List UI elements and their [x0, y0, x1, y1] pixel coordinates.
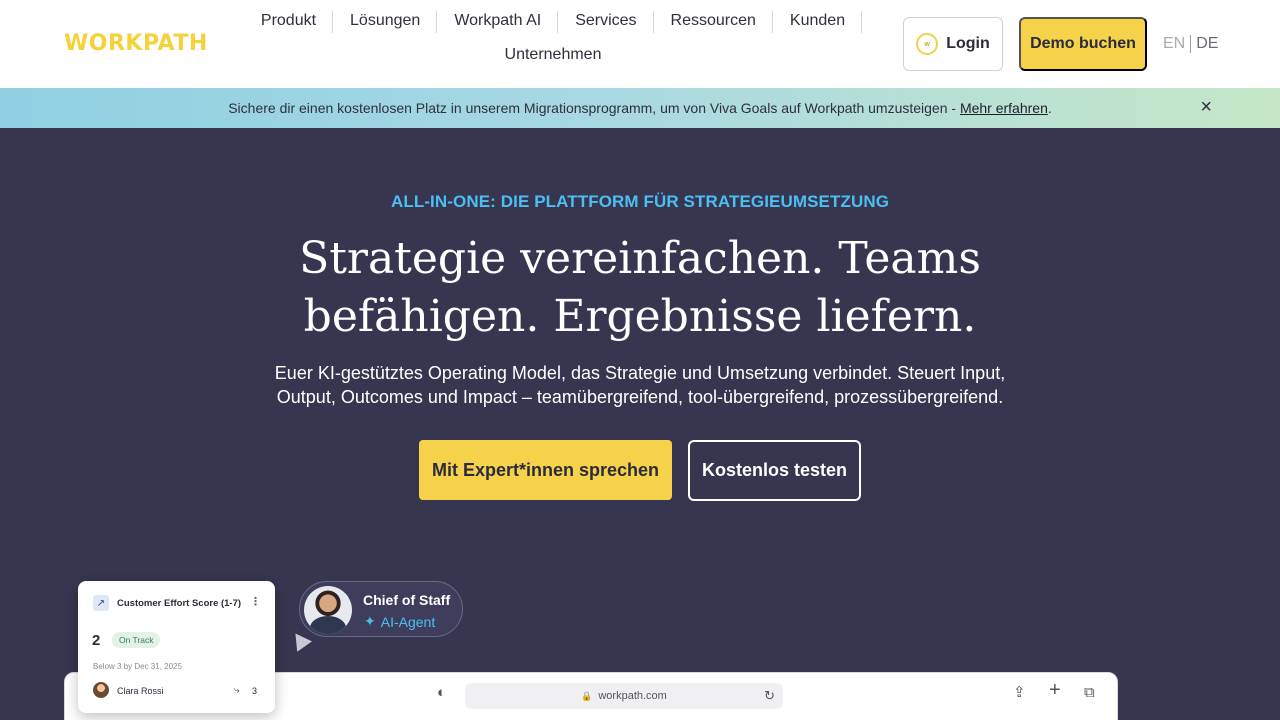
site-header: WORKPATH Produkt Lösungen Workpath AI Se… [0, 0, 1280, 88]
close-icon[interactable]: × [1200, 97, 1212, 117]
kpi-target: Below 3 by Dec 31, 2025 [93, 662, 182, 671]
agent-role: ✦ AI-Agent [364, 613, 435, 630]
sparkle-icon: ✦ [364, 613, 376, 629]
kpi-card: ↗ Customer Effort Score (1-7) ⋮ 2 On Tra… [78, 581, 275, 713]
reload-icon: ↻ [764, 688, 775, 703]
banner-text: Sichere dir einen kostenlosen Platz in u… [228, 100, 960, 116]
avatar [93, 682, 109, 698]
login-button[interactable]: w Login [903, 17, 1003, 71]
workpath-logo[interactable]: WORKPATH [64, 31, 208, 56]
tabs-icon: ⧉ [1084, 684, 1095, 701]
banner-suffix: . [1047, 100, 1052, 116]
announcement-banner: Sichere dir einen kostenlosen Platz in u… [0, 88, 1280, 128]
url-bar: 🔒 workpath.com ↻ [465, 683, 783, 709]
status-badge: On Track [112, 632, 161, 648]
language-switcher: EN DE [1163, 35, 1218, 53]
cursor-arrow-icon [288, 628, 312, 652]
agent-name: Chief of Staff [363, 592, 451, 608]
hero-eyebrow: ALL-IN-ONE: DIE PLATTFORM FÜR STRATEGIEU… [390, 192, 890, 211]
more-icon: ⋮ [250, 596, 261, 608]
nav-item-kunden[interactable]: Kunden [773, 10, 863, 33]
share-icon: ⇪ [1013, 684, 1026, 701]
nav-item-services[interactable]: Services [558, 10, 654, 33]
login-label: Login [946, 35, 990, 52]
hero-subline: Euer KI-gestütztes Operating Model, das … [274, 363, 1006, 407]
main-nav: Produkt Lösungen Workpath AI Services Re… [238, 10, 868, 66]
nav-item-loesungen[interactable]: Lösungen [333, 10, 438, 33]
lock-icon: 🔒 [581, 690, 593, 701]
shield-icon: ◐ [437, 684, 447, 701]
kpi-links-count: 3 [252, 686, 258, 696]
hero-headline: Strategie vereinfachen. Teams befähigen.… [299, 233, 981, 342]
agent-role-label: AI-Agent [380, 613, 436, 630]
agent-avatar-suit [310, 616, 346, 634]
lang-en-link[interactable]: EN [1163, 35, 1185, 53]
agent-avatar [304, 586, 352, 634]
workpath-w-icon: w [916, 33, 939, 55]
free-trial-button[interactable]: Kostenlos testen [688, 440, 861, 501]
nav-item-workpath-ai[interactable]: Workpath AI [437, 10, 559, 33]
link-icon: ⤷ [234, 685, 240, 696]
agent-pill: Chief of Staff ✦ AI-Agent [299, 581, 463, 637]
kpi-owner: Clara Rossi [117, 686, 164, 696]
demo-button[interactable]: Demo buchen [1019, 17, 1147, 71]
nav-item-produkt[interactable]: Produkt [244, 10, 334, 33]
url-text: workpath.com [598, 690, 667, 702]
lang-divider [1190, 35, 1192, 53]
kpi-title: Customer Effort Score (1-7) [117, 598, 242, 609]
banner-more-link[interactable]: Mehr erfahren [960, 100, 1048, 116]
nav-item-unternehmen[interactable]: Unternehmen [488, 44, 619, 66]
plus-icon: + [1049, 679, 1061, 701]
kpi-value: 2 [92, 632, 101, 649]
nav-item-ressourcen[interactable]: Ressourcen [654, 10, 774, 33]
lang-de-link[interactable]: DE [1196, 35, 1218, 53]
talk-to-experts-button[interactable]: Mit Expert*innen sprechen [419, 440, 672, 500]
trend-icon: ↗ [93, 595, 109, 611]
